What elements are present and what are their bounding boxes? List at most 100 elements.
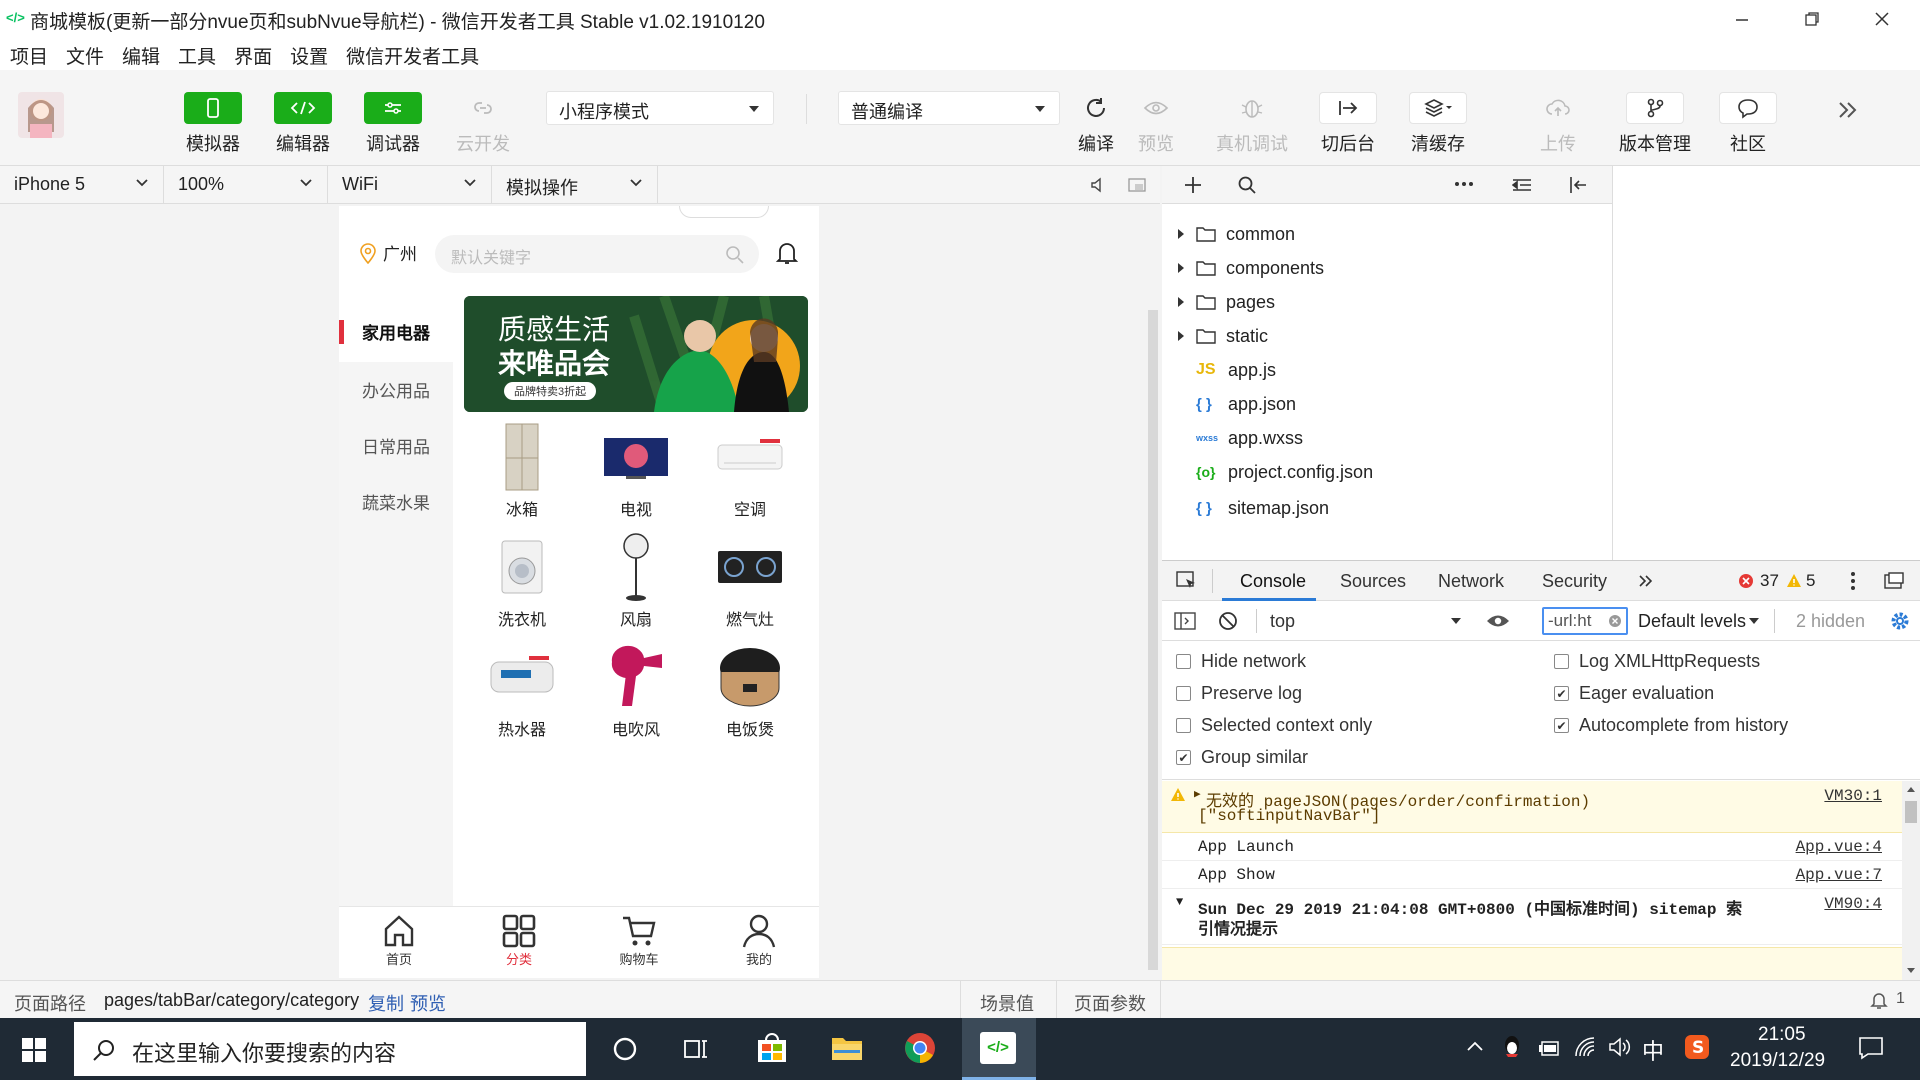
scene-value-button[interactable]: 场景值 xyxy=(980,990,1034,1016)
option-preserve-log[interactable]: Preserve log xyxy=(1176,683,1302,704)
file-explorer-icon[interactable] xyxy=(830,1032,864,1062)
remote-debug-button[interactable]: 真机调试 xyxy=(1212,92,1292,156)
close-button[interactable] xyxy=(1852,0,1912,38)
detach-window-icon[interactable] xyxy=(1128,177,1146,193)
battery-icon[interactable] xyxy=(1538,1038,1560,1058)
file-tree-item[interactable]: common xyxy=(1178,218,1295,250)
product-item[interactable]: 燃气灶 xyxy=(693,532,807,630)
promo-banner[interactable]: 质感生活 来唯品会 品牌特卖3折起 xyxy=(464,296,808,412)
task-view-icon[interactable] xyxy=(682,1036,710,1062)
menu-edit[interactable]: 编辑 xyxy=(122,42,160,69)
log-levels-select[interactable]: Default levels xyxy=(1638,611,1746,632)
chevron-up-icon[interactable] xyxy=(1466,1040,1484,1052)
console-log-entry[interactable]: App Launch App.vue:4 xyxy=(1162,833,1902,861)
checkbox[interactable] xyxy=(1176,654,1191,669)
cloud-dev-button[interactable]: 云开发 xyxy=(443,92,523,156)
kebab-menu-icon[interactable] xyxy=(1850,571,1856,591)
qq-icon[interactable] xyxy=(1502,1034,1522,1060)
simulator-button[interactable]: 模拟器 xyxy=(173,92,253,156)
option-selected-context[interactable]: Selected context only xyxy=(1176,715,1372,736)
windows-start-icon[interactable] xyxy=(22,1038,46,1062)
tab-home[interactable]: 首页 xyxy=(339,913,459,968)
sogou-input-icon[interactable]: S xyxy=(1684,1034,1710,1060)
product-item[interactable]: 空调 xyxy=(693,422,807,520)
tab-sources[interactable]: Sources xyxy=(1340,571,1406,592)
eye-icon[interactable] xyxy=(1486,613,1510,629)
collapse-all-icon[interactable] xyxy=(1512,177,1532,193)
chrome-icon[interactable] xyxy=(904,1032,936,1064)
tab-network[interactable]: Network xyxy=(1438,571,1504,592)
page-params-button[interactable]: 页面参数 xyxy=(1074,990,1146,1016)
log-source-link[interactable]: App.vue:7 xyxy=(1796,866,1882,884)
console-scrollbar[interactable] xyxy=(1902,781,1920,981)
avatar[interactable] xyxy=(18,92,64,138)
community-button[interactable]: 社区 xyxy=(1708,92,1788,156)
option-group-similar[interactable]: ✔ Group similar xyxy=(1176,747,1308,768)
bell-icon[interactable] xyxy=(775,240,799,266)
simulate-operation-select[interactable]: 模拟操作 xyxy=(492,166,658,204)
preview-button[interactable]: 预览 xyxy=(1116,92,1196,156)
expand-arrow-icon[interactable]: ▶ xyxy=(1194,787,1201,801)
product-item[interactable]: 风扇 xyxy=(579,532,693,630)
inspect-element-icon[interactable] xyxy=(1176,571,1198,591)
mode-select[interactable]: 小程序模式 xyxy=(546,91,774,125)
error-count[interactable]: 37 xyxy=(1738,571,1779,591)
menu-tools[interactable]: 工具 xyxy=(178,42,216,69)
sidebar-toggle-icon[interactable] xyxy=(1174,612,1196,630)
cortana-icon[interactable] xyxy=(612,1036,638,1062)
volume-icon[interactable] xyxy=(1608,1036,1632,1058)
more-tabs-icon[interactable] xyxy=(1638,574,1654,588)
console-log-group[interactable]: ▼ Sun Dec 29 2019 21:04:08 GMT+0800 (中国标… xyxy=(1162,889,1902,945)
network-select[interactable]: WiFi xyxy=(328,166,492,204)
editor-button[interactable]: 编辑器 xyxy=(263,92,343,156)
product-item[interactable]: 热水器 xyxy=(465,642,579,740)
simulator-scrollbar[interactable] xyxy=(1148,310,1158,970)
search-input[interactable]: 默认关键字 xyxy=(435,235,759,273)
background-button[interactable]: 切后台 xyxy=(1308,92,1388,156)
option-autocomplete[interactable]: ✔ Autocomplete from history xyxy=(1554,715,1788,736)
clock-date[interactable]: 2019/12/29 xyxy=(1730,1050,1825,1072)
speaker-icon[interactable] xyxy=(1090,177,1106,193)
file-tree-item[interactable]: components xyxy=(1178,252,1324,284)
tab-profile[interactable]: 我的 xyxy=(699,913,819,968)
clear-console-icon[interactable] xyxy=(1218,611,1238,631)
product-item[interactable]: 电吹风 xyxy=(579,642,693,740)
tab-security[interactable]: Security xyxy=(1542,571,1607,592)
search-icon[interactable] xyxy=(1238,176,1256,194)
location-picker[interactable]: 广州 xyxy=(359,240,417,265)
checkbox-checked[interactable]: ✔ xyxy=(1554,718,1569,733)
ime-indicator[interactable]: 中 xyxy=(1642,1034,1664,1066)
file-tree-item[interactable]: { } app.json xyxy=(1178,388,1296,420)
collapse-arrow-icon[interactable]: ▼ xyxy=(1176,895,1183,909)
file-tree-item[interactable]: static xyxy=(1178,320,1268,352)
menu-view[interactable]: 界面 xyxy=(234,42,272,69)
checkbox-checked[interactable]: ✔ xyxy=(1176,750,1191,765)
double-chevron-right-icon[interactable] xyxy=(1836,100,1860,120)
tab-cart[interactable]: 购物车 xyxy=(579,913,699,968)
menu-wechat-devtools[interactable]: 微信开发者工具 xyxy=(346,42,479,69)
option-eager-evaluation[interactable]: ✔ Eager evaluation xyxy=(1554,683,1714,704)
version-control-button[interactable]: 版本管理 xyxy=(1614,92,1696,156)
microsoft-store-icon[interactable] xyxy=(756,1032,788,1064)
taskbar-search-box[interactable]: 在这里输入你要搜索的内容 xyxy=(74,1022,586,1076)
clock-time[interactable]: 21:05 xyxy=(1758,1024,1806,1046)
wifi-icon[interactable] xyxy=(1574,1036,1596,1058)
product-item[interactable]: 电饭煲 xyxy=(693,642,807,740)
menu-settings[interactable]: 设置 xyxy=(290,42,328,69)
restore-button[interactable] xyxy=(1782,0,1842,38)
tab-console[interactable]: Console xyxy=(1240,571,1306,592)
device-select[interactable]: iPhone 5 xyxy=(0,166,164,204)
console-log-warning[interactable]: ▶ 无效的 pageJSON(pages/order/confirmation)… xyxy=(1162,781,1902,833)
log-source-link[interactable]: VM90:4 xyxy=(1824,895,1882,913)
file-tree-item[interactable]: wxss app.wxss xyxy=(1178,422,1303,454)
console-log-entry[interactable]: App Show App.vue:7 xyxy=(1162,861,1902,889)
action-center-icon[interactable] xyxy=(1858,1036,1884,1060)
tab-category[interactable]: 分类 xyxy=(459,913,579,968)
category-item-daily[interactable]: 日常用品 xyxy=(339,420,453,476)
option-hide-network[interactable]: Hide network xyxy=(1176,651,1306,672)
category-item-office[interactable]: 办公用品 xyxy=(339,364,453,420)
settings-gear-icon[interactable] xyxy=(1890,611,1910,631)
zoom-select[interactable]: 100% xyxy=(164,166,328,204)
product-item[interactable]: 电视 xyxy=(579,422,693,520)
wechat-devtools-taskbar-item[interactable]: </> xyxy=(962,1018,1036,1080)
